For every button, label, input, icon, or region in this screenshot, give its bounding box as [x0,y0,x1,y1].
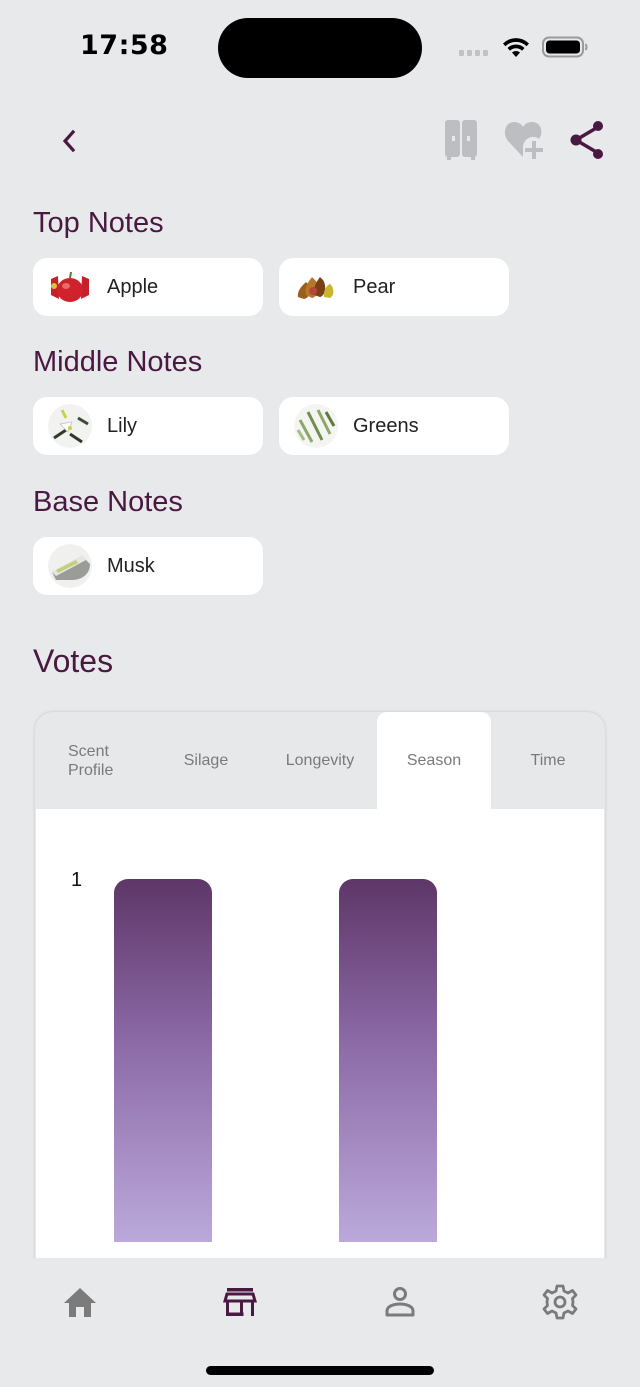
note-chip-musk[interactable]: Musk [33,537,263,595]
home-indicator[interactable] [206,1366,434,1375]
add-to-wishlist-button[interactable] [502,118,550,162]
lily-image [48,404,92,448]
note-chip-apple[interactable]: Apple [33,258,263,316]
chevron-left-icon [62,129,76,153]
app-screen: 17:58 Top Notes Apple Pear Middle Notes … [0,0,640,1387]
nav-store[interactable] [218,1280,262,1324]
tab-time[interactable]: Time [491,712,605,809]
base-notes-title: Base Notes [33,486,183,518]
compare-button[interactable] [440,118,482,162]
greens-image [294,404,338,448]
apple-image [48,265,92,309]
note-label: Lily [107,414,138,437]
bar-2 [339,879,437,1242]
votes-tabs: Scent Profile Silage Longevity Season Ti… [35,712,605,809]
share-button[interactable] [567,118,607,162]
status-time: 17:58 [80,30,169,61]
tab-label: Scent Profile [68,742,114,779]
cellular-signal-icon [459,50,488,56]
back-button[interactable] [52,122,86,160]
home-icon [64,1288,96,1317]
person-icon [385,1287,415,1317]
tab-longevity[interactable]: Longevity [263,712,377,809]
note-label: Pear [353,275,396,298]
note-chip-lily[interactable]: Lily [33,397,263,455]
note-chip-greens[interactable]: Greens [279,397,509,455]
tab-label: Time [530,752,566,769]
note-chip-pear[interactable]: Pear [279,258,509,316]
bar-1 [114,879,212,1242]
votes-card: Scent Profile Silage Longevity Season Ti… [35,712,605,1272]
heart-plus-icon [504,122,543,159]
tab-label: Season [406,752,462,769]
tab-silage[interactable]: Silage [149,712,263,809]
nav-settings[interactable] [538,1280,582,1324]
tab-label: Silage [183,752,229,769]
nav-home[interactable] [58,1280,102,1324]
store-icon [223,1288,257,1316]
top-notes-title: Top Notes [33,207,164,239]
middle-notes-title: Middle Notes [33,346,203,378]
note-label: Musk [107,554,155,577]
wardrobe-icon [445,120,477,160]
pear-image [294,265,338,309]
tab-season[interactable]: Season [377,712,491,809]
season-votes-chart: 1 [36,809,604,1259]
tab-scent-profile[interactable]: Scent Profile [35,712,149,809]
note-label: Apple [107,275,159,298]
gear-icon [542,1284,578,1320]
nav-profile[interactable] [378,1280,422,1324]
y-tick-label: 1 [71,869,83,891]
tab-label: Longevity [285,752,355,769]
note-label: Greens [353,414,419,437]
musk-image [48,544,92,588]
dynamic-island [218,18,422,78]
votes-title: Votes [33,643,114,679]
share-icon [570,121,603,159]
battery-icon [542,36,588,58]
wifi-icon [503,38,529,57]
